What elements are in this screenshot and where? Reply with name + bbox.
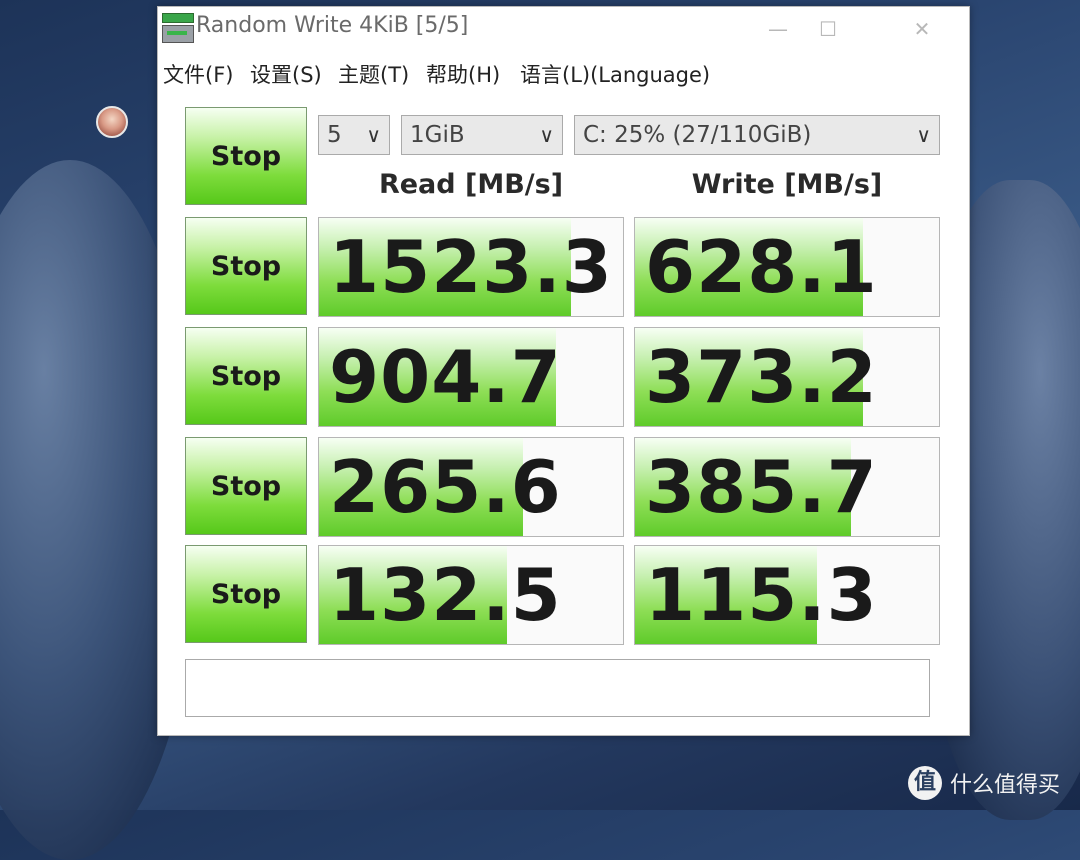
chevron-down-icon: ∨ xyxy=(539,123,554,147)
app-disk-icon xyxy=(160,11,194,43)
watermark-text: 什么值得买 xyxy=(950,773,1061,798)
test-stop-button-1[interactable]: Stop xyxy=(185,217,307,315)
test-size-value: 1GiB xyxy=(410,122,465,148)
write-header: Write [MB/s] xyxy=(691,169,883,200)
read-value: 265.6 xyxy=(329,445,562,529)
write-result-cell: 373.2 xyxy=(634,327,940,427)
window-title: Random Write 4KiB [5/5] xyxy=(196,13,469,38)
write-value: 385.7 xyxy=(645,445,878,529)
write-value: 373.2 xyxy=(645,335,878,419)
menu-settings[interactable]: 设置(S) xyxy=(250,59,322,89)
test-stop-button-3[interactable]: Stop xyxy=(185,437,307,535)
read-value: 1523.3 xyxy=(329,225,613,309)
menu-bar: 文件(F) 设置(S) 主题(T) 帮助(H) 语言(L)(Language) xyxy=(158,53,969,93)
test-stop-button-2[interactable]: Stop xyxy=(185,327,307,425)
read-header: Read [MB/s] xyxy=(378,169,564,200)
title-bar[interactable]: Random Write 4KiB [5/5] — ☐ ✕ xyxy=(158,7,969,51)
read-result-cell: 132.5 xyxy=(318,545,624,645)
chevron-down-icon: ∨ xyxy=(916,123,931,147)
chevron-down-icon: ∨ xyxy=(366,123,381,147)
watermark-logo-icon: 值 xyxy=(908,766,942,800)
all-stop-button[interactable]: Stop xyxy=(185,107,307,205)
write-value: 628.1 xyxy=(645,225,878,309)
read-value: 132.5 xyxy=(329,553,562,637)
test-stop-button-4[interactable]: Stop xyxy=(185,545,307,643)
status-bar xyxy=(185,659,930,717)
write-result-cell: 115.3 xyxy=(634,545,940,645)
minimize-button[interactable]: — xyxy=(758,15,798,43)
menu-help[interactable]: 帮助(H) xyxy=(426,59,500,89)
drive-select[interactable]: C: 25% (27/110GiB) ∨ xyxy=(574,115,940,155)
read-result-cell: 904.7 xyxy=(318,327,624,427)
menu-file[interactable]: 文件(F) xyxy=(163,59,233,89)
read-result-cell: 1523.3 xyxy=(318,217,624,317)
test-count-select[interactable]: 5 ∨ xyxy=(318,115,390,155)
maximize-button[interactable]: ☐ xyxy=(808,15,848,43)
read-value: 904.7 xyxy=(329,335,562,419)
test-size-select[interactable]: 1GiB ∨ xyxy=(401,115,563,155)
write-result-cell: 385.7 xyxy=(634,437,940,537)
drive-value: C: 25% (27/110GiB) xyxy=(583,122,812,148)
crystaldiskmark-window: Random Write 4KiB [5/5] — ☐ ✕ 文件(F) 设置(S… xyxy=(157,6,970,736)
close-button[interactable]: ✕ xyxy=(902,15,942,43)
watermark: 值 什么值得买 xyxy=(908,766,1060,800)
menu-language[interactable]: 语言(L)(Language) xyxy=(520,59,710,89)
test-count-value: 5 xyxy=(327,122,342,148)
read-result-cell: 265.6 xyxy=(318,437,624,537)
menu-theme[interactable]: 主题(T) xyxy=(338,59,409,89)
write-result-cell: 628.1 xyxy=(634,217,940,317)
desktop-user-avatar-icon[interactable] xyxy=(96,106,128,138)
write-value: 115.3 xyxy=(645,553,878,637)
